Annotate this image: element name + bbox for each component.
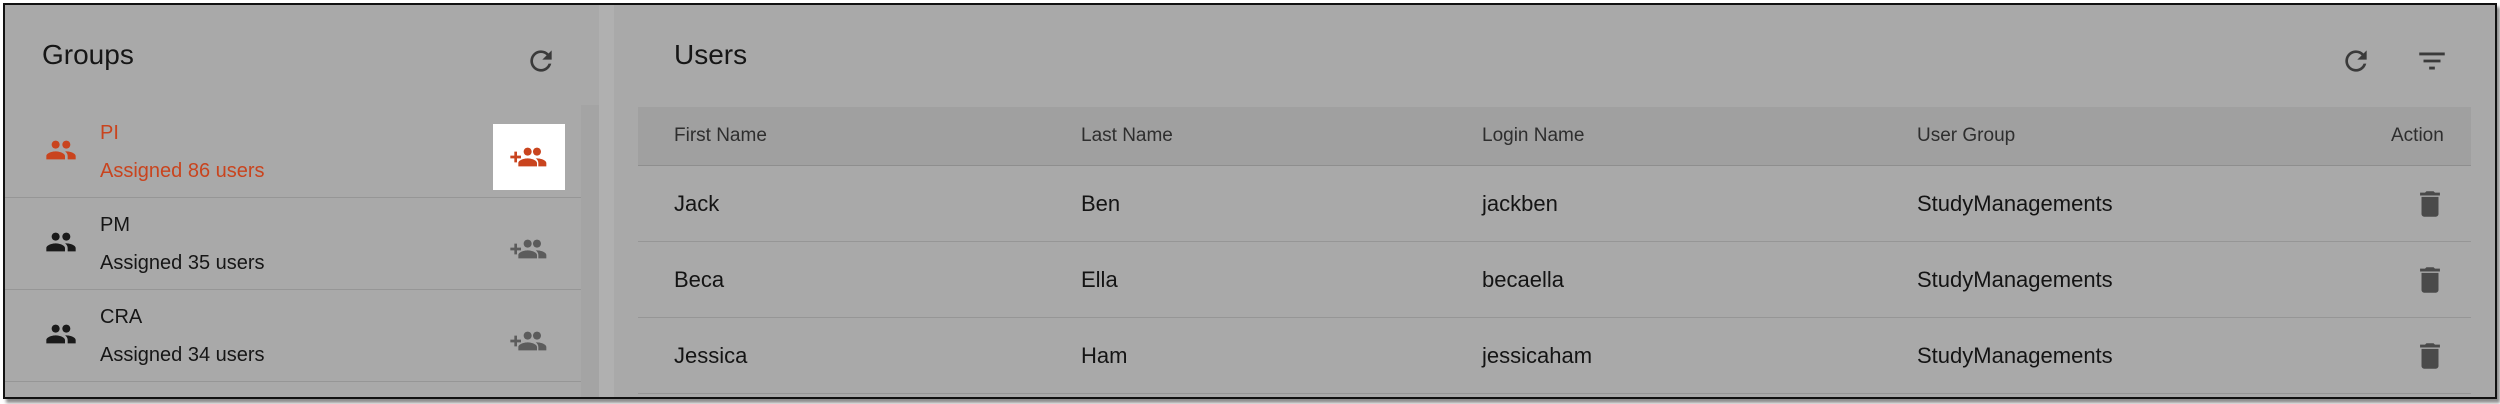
group-icon <box>46 324 76 344</box>
table-row: Jack Ben jackben StudyManagements <box>638 166 2471 242</box>
group-item-cra[interactable]: CRA Assigned 34 users <box>5 290 581 382</box>
users-filter-button[interactable] <box>2410 39 2454 83</box>
cell-user-group: StudyManagements <box>1917 191 2113 216</box>
group-icon <box>46 232 76 252</box>
group-item-pm[interactable]: PM Assigned 35 users <box>5 198 581 290</box>
cell-first-name: Jack <box>674 191 720 216</box>
group-add-icon <box>510 239 547 259</box>
table-header: First Name Last Name Login Name User Gro… <box>638 107 2471 166</box>
cell-login-name: jackben <box>1482 191 1558 216</box>
group-icon <box>46 140 76 160</box>
group-user-count: Assigned 35 users <box>100 252 265 274</box>
group-add-icon <box>510 331 547 351</box>
cell-last-name: Ben <box>1081 191 1121 216</box>
group-name: PI <box>100 122 119 144</box>
cell-last-name: Ham <box>1081 343 1128 368</box>
group-name: PM <box>100 214 130 236</box>
panel-divider <box>599 5 614 397</box>
table-row: Beca Ella becaella StudyManagements <box>638 242 2471 318</box>
cell-user-group: StudyManagements <box>1917 267 2113 292</box>
groups-scrollbar[interactable] <box>581 105 599 397</box>
column-header-last-name[interactable]: Last Name <box>1081 125 1173 147</box>
group-name: CRA <box>100 306 143 328</box>
trash-icon <box>2420 267 2440 293</box>
groups-header: Groups <box>5 5 599 105</box>
column-header-first-name[interactable]: First Name <box>674 125 767 147</box>
delete-user-button[interactable] <box>2413 186 2447 222</box>
refresh-icon <box>2345 50 2367 72</box>
assign-users-button[interactable] <box>493 216 565 282</box>
column-header-action: Action <box>2391 125 2444 146</box>
groups-refresh-button[interactable] <box>519 39 563 83</box>
cell-last-name: Ella <box>1081 267 1118 292</box>
group-add-icon <box>510 147 547 167</box>
trash-icon <box>2420 343 2440 369</box>
refresh-icon <box>530 50 552 72</box>
cell-login-name: jessicaham <box>1482 343 1593 368</box>
users-title: Users <box>674 39 748 70</box>
users-table: First Name Last Name Login Name User Gro… <box>638 107 2471 394</box>
group-user-count: Assigned 34 users <box>100 344 265 366</box>
cell-first-name: Beca <box>674 267 725 292</box>
trash-icon <box>2420 191 2440 217</box>
users-refresh-button[interactable] <box>2334 39 2378 83</box>
table-row: Jessica Ham jessicaham StudyManagements <box>638 318 2471 394</box>
groups-title: Groups <box>42 39 134 70</box>
app-window: Groups PI Assigned 86 users PM Assigned … <box>3 3 2497 399</box>
group-item-pi[interactable]: PI Assigned 86 users <box>5 106 581 198</box>
cell-first-name: Jessica <box>674 343 748 368</box>
delete-user-button[interactable] <box>2413 338 2447 374</box>
assign-users-button[interactable] <box>493 124 565 190</box>
assign-users-button[interactable] <box>493 308 565 374</box>
filter-icon <box>2419 52 2445 70</box>
delete-user-button[interactable] <box>2413 262 2447 298</box>
cell-user-group: StudyManagements <box>1917 343 2113 368</box>
cell-login-name: becaella <box>1482 267 1564 292</box>
column-header-login-name[interactable]: Login Name <box>1482 125 1584 147</box>
users-panel: Users First Name Last Name Login Name Us… <box>614 5 2495 397</box>
group-user-count: Assigned 86 users <box>100 160 265 182</box>
column-header-user-group[interactable]: User Group <box>1917 125 2015 147</box>
